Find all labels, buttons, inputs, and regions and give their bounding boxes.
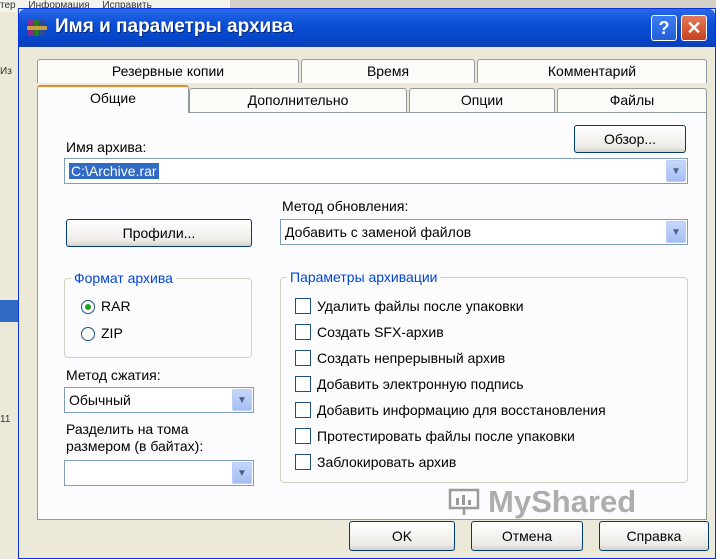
- close-icon: ✕: [686, 18, 702, 38]
- chevron-down-icon[interactable]: ▼: [666, 160, 686, 182]
- archiving-options-group: Параметры архивации Удалить файлы после …: [280, 269, 688, 483]
- checkbox-create-sfx[interactable]: [295, 324, 311, 340]
- background-menu-item[interactable]: тер: [0, 0, 16, 11]
- tab-advanced[interactable]: Дополнительно: [189, 88, 407, 112]
- checkbox-delete-after-label[interactable]: Удалить файлы после упаковки: [317, 298, 524, 314]
- checkbox-solid-archive[interactable]: [295, 350, 311, 366]
- archive-format-title: Формат архива: [71, 270, 176, 286]
- radio-zip[interactable]: [81, 327, 95, 341]
- winrar-books-icon: [27, 20, 47, 36]
- update-method-value: Добавить с заменой файлов: [285, 224, 472, 240]
- tab-options[interactable]: Опции: [409, 88, 555, 112]
- update-method-select[interactable]: Добавить с заменой файлов ▼: [280, 219, 688, 245]
- split-volumes-label-2: размером (в байтах):: [66, 438, 204, 454]
- checkbox-digital-signature-label[interactable]: Добавить электронную подпись: [317, 376, 524, 392]
- tab-files[interactable]: Файлы: [557, 88, 707, 112]
- checkbox-digital-signature[interactable]: [295, 376, 311, 392]
- question-icon: ?: [658, 18, 670, 38]
- background-side-label: 11: [0, 414, 11, 425]
- checkbox-create-sfx-label[interactable]: Создать SFX-архив: [317, 324, 444, 340]
- cancel-button[interactable]: Отмена: [471, 521, 583, 551]
- checkbox-lock-archive-label[interactable]: Заблокировать архив: [317, 454, 456, 470]
- background-side-label: Из: [0, 66, 12, 77]
- watermark-text: MyShared: [488, 484, 637, 519]
- help-title-button[interactable]: ?: [651, 15, 677, 41]
- checkbox-test-files-label[interactable]: Протестировать файлы после упаковки: [317, 428, 575, 444]
- archive-dialog: Имя и параметры архива ? ✕ Резервные коп…: [18, 8, 716, 559]
- help-button[interactable]: Справка: [599, 521, 709, 551]
- radio-rar[interactable]: [81, 300, 95, 314]
- tab-backup[interactable]: Резервные копии: [37, 59, 299, 83]
- tab-comment[interactable]: Комментарий: [477, 59, 707, 83]
- compression-method-value: Обычный: [69, 392, 131, 408]
- background-selection: [0, 300, 20, 322]
- compression-method-label: Метод сжатия:: [66, 367, 161, 383]
- checkbox-solid-archive-label[interactable]: Создать непрерывный архив: [317, 350, 505, 366]
- profiles-button[interactable]: Профили...: [66, 219, 252, 247]
- ok-button[interactable]: OK: [349, 521, 455, 551]
- title-bar[interactable]: Имя и параметры архива ? ✕: [19, 9, 715, 47]
- dialog-title: Имя и параметры архива: [55, 16, 294, 37]
- tab-general[interactable]: Общие: [37, 85, 189, 113]
- checkbox-lock-archive[interactable]: [295, 454, 311, 470]
- radio-zip-label[interactable]: ZIP: [101, 325, 123, 341]
- checkbox-recovery-record[interactable]: [295, 402, 311, 418]
- archive-format-group: Формат архива RAR ZIP: [64, 270, 252, 358]
- update-method-label: Метод обновления:: [282, 198, 409, 214]
- archive-name-label: Имя архива:: [66, 139, 147, 155]
- browse-button[interactable]: Обзор...: [574, 125, 686, 153]
- chevron-down-icon[interactable]: ▼: [232, 389, 252, 411]
- presentation-board-icon: [448, 488, 480, 515]
- compression-method-select[interactable]: Обычный ▼: [64, 387, 254, 413]
- checkbox-recovery-record-label[interactable]: Добавить информацию для восстановления: [317, 402, 606, 418]
- checkbox-test-files[interactable]: [295, 428, 311, 444]
- archiving-options-title: Параметры архивации: [287, 269, 441, 285]
- chevron-down-icon[interactable]: ▼: [232, 462, 252, 484]
- archive-name-value: C:\Archive.rar: [69, 163, 159, 179]
- split-volumes-label: Разделить на тома: [66, 421, 189, 437]
- general-tab-panel: Имя архива: Обзор... C:\Archive.rar ▼ Ме…: [37, 112, 707, 520]
- archive-name-combo[interactable]: C:\Archive.rar ▼: [64, 158, 688, 184]
- checkbox-delete-after[interactable]: [295, 298, 311, 314]
- tab-time[interactable]: Время: [301, 59, 475, 83]
- chevron-down-icon[interactable]: ▼: [666, 221, 686, 243]
- radio-rar-label[interactable]: RAR: [101, 298, 131, 314]
- close-button[interactable]: ✕: [681, 15, 707, 41]
- split-volumes-select[interactable]: ▼: [64, 460, 254, 486]
